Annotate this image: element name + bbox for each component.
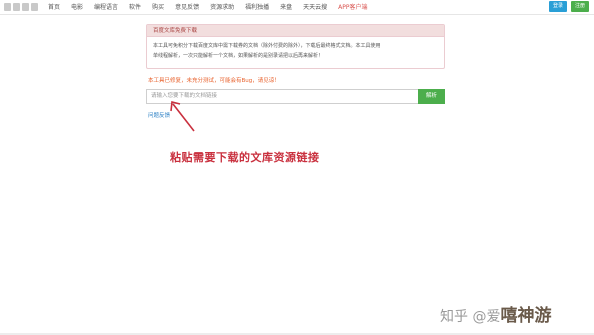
info-panel: 百度文库免费下载 本工具可免积分下载百度文库中需下载券的文档（除外付费的除外），… bbox=[146, 24, 445, 69]
repair-notice: 本工具已修复，未充分测试，可能会有Bug，请见谅！ bbox=[148, 78, 280, 84]
watermark: 知乎 @爱嘻神游 bbox=[440, 301, 551, 326]
top-navbar: 首页 电影 编程语言 软件 购买 意见反馈 资源求助 福利独播 来盘 天天云搜 … bbox=[0, 0, 594, 15]
register-button[interactable]: 注册 bbox=[571, 1, 589, 12]
red-arrow-annotation bbox=[170, 101, 195, 132]
nav-item-disk[interactable]: 来盘 bbox=[280, 0, 292, 15]
nav-item-home[interactable]: 首页 bbox=[48, 0, 60, 15]
nav-item-resource-request[interactable]: 资源求助 bbox=[210, 0, 234, 15]
nav-item-welfare[interactable]: 福利独播 bbox=[245, 0, 269, 15]
panel-line: 单线程解析，一次只能解析一个文档，如果解析的是别录请把以后再来解析！ bbox=[153, 53, 324, 59]
nav-item-cloud-search[interactable]: 天天云搜 bbox=[303, 0, 327, 15]
feedback-link[interactable]: 问题反馈 bbox=[148, 111, 170, 119]
nav-item-movies[interactable]: 电影 bbox=[71, 0, 83, 15]
nav-item-software[interactable]: 软件 bbox=[129, 0, 141, 15]
site-logo[interactable] bbox=[4, 3, 38, 11]
nav-item-feedback[interactable]: 意见反馈 bbox=[175, 0, 199, 15]
parse-button[interactable]: 解析 bbox=[418, 89, 445, 104]
watermark-text: 知乎 @爱 bbox=[440, 309, 501, 325]
annotation-caption: 粘贴需要下载的文库资源链接 bbox=[170, 151, 320, 164]
nav-item-programming[interactable]: 编程语言 bbox=[94, 0, 118, 15]
watermark-brand: 嘻神游 bbox=[500, 306, 552, 326]
nav-item-app-client[interactable]: APP客户端 bbox=[338, 0, 367, 15]
nav-links: 首页 电影 编程语言 软件 购买 意见反馈 资源求助 福利独播 来盘 天天云搜 … bbox=[48, 0, 379, 15]
panel-title: 百度文库免费下载 bbox=[147, 25, 444, 37]
nav-item-buy[interactable]: 购买 bbox=[152, 0, 164, 15]
panel-body: 本工具可免积分下载百度文库中需下载券的文档（除外付费的除外），下载后最终格式文档… bbox=[147, 37, 444, 65]
login-button[interactable]: 登录 bbox=[549, 1, 567, 12]
panel-line: 本工具可免积分下载百度文库中需下载券的文档（除外付费的除外），下载后最终格式文档… bbox=[153, 43, 381, 49]
